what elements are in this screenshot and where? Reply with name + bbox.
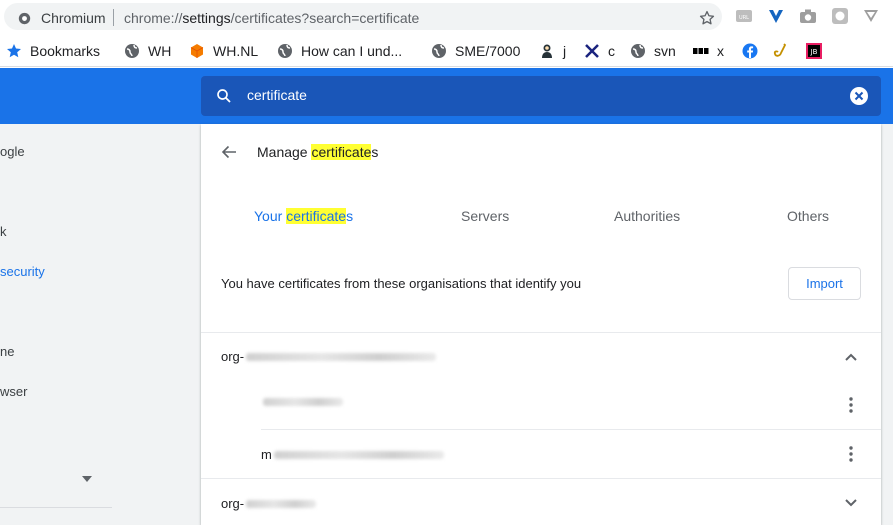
org-name: org- (221, 349, 245, 364)
redacted-cert-name (273, 450, 444, 459)
ext-icon-4[interactable] (831, 7, 849, 25)
url-scheme: chrome:// (124, 10, 183, 26)
address-separator (113, 9, 114, 26)
bookmark-wh-nl[interactable]: WH.NL (189, 41, 258, 61)
bookmark-label: j (563, 43, 567, 59)
bookmark-label: WH (148, 43, 172, 59)
clear-search-icon[interactable] (849, 86, 869, 106)
bookmark-label: How can I und... (301, 43, 403, 59)
bookmark-j[interactable]: j (539, 41, 566, 61)
bookmark-star-icon[interactable] (698, 9, 716, 27)
tab-label-pre: Your (254, 208, 287, 224)
tab-your-certificates[interactable]: Your certificates (254, 208, 353, 224)
globe-icon (125, 44, 139, 58)
chevron-up-icon[interactable] (844, 352, 858, 362)
redacted-cert-name (263, 398, 343, 406)
redacted-org-name (246, 352, 437, 361)
sidebar-item-default-browser[interactable]: wser (0, 384, 27, 399)
svg-text:URL: URL (739, 15, 749, 21)
sidebar-divider (0, 507, 112, 508)
certificates-description: You have certificates from these organis… (221, 276, 582, 291)
globe-icon (278, 44, 292, 58)
bookmark-label: WH.NL (213, 43, 259, 59)
cert-row-1 (261, 398, 343, 406)
bookmark-folder-bookmarks[interactable]: Bookmarks (6, 41, 100, 61)
import-button[interactable]: Import (788, 267, 861, 300)
title-highlight: certificate (311, 144, 372, 160)
svg-text:JB: JB (810, 48, 818, 56)
search-icon (217, 89, 231, 103)
back-arrow-icon[interactable] (221, 144, 237, 160)
globe-icon (631, 44, 645, 58)
browser-toolbar: Chromium chrome://settings/certificates?… (0, 0, 893, 34)
url-path: /certificates?search=certificate (230, 10, 420, 26)
bookmarks-bar: Bookmarks WH WH.NL How can I und... SME/… (0, 34, 893, 67)
star-icon (7, 44, 21, 58)
bbc-icon (693, 48, 709, 54)
sidebar-item-google[interactable]: ogle (0, 144, 25, 159)
title-post: s (371, 144, 379, 160)
bookmark-label: Bookmarks (30, 43, 101, 59)
tab-others[interactable]: Others (787, 208, 829, 224)
tab-servers[interactable]: Servers (461, 208, 509, 224)
bookmark-c[interactable]: c (584, 41, 615, 61)
chromium-icon (18, 12, 31, 25)
vivaldi-like-icon[interactable] (767, 7, 785, 25)
site-chip-label: Chromium (41, 10, 106, 26)
redacted-org-name (246, 499, 317, 508)
more-actions-icon[interactable] (849, 397, 853, 413)
pocket-like-icon[interactable] (862, 7, 880, 25)
tools-icon (585, 44, 599, 58)
settings-header: certificate (0, 68, 893, 124)
bookmark-label: SME/7000 (455, 43, 521, 59)
org-row-1[interactable]: org- (221, 349, 437, 364)
bookmark-label: svn (654, 43, 676, 59)
tab-label-highlight: certificate (286, 208, 347, 224)
tab-label-post: s (346, 208, 354, 224)
cert-row-2: m (261, 447, 444, 462)
certificates-card: Manage certificates Your certificates Se… (201, 124, 881, 525)
cert-name: m (261, 447, 272, 462)
bookmark-label: c (608, 43, 615, 59)
search-input[interactable]: certificate (247, 87, 307, 103)
org-row-2[interactable]: org- (221, 496, 317, 511)
camera-icon[interactable] (799, 7, 817, 25)
bookmark-sax[interactable] (773, 41, 797, 61)
address-bar[interactable]: Chromium chrome://settings/certificates?… (4, 3, 722, 30)
jenkins-icon (542, 44, 552, 58)
ext-icon-1[interactable]: URL (735, 7, 753, 25)
divider (201, 478, 881, 479)
cube-icon (190, 44, 204, 58)
sidebar-item-privacy-security[interactable]: security (0, 264, 45, 279)
title-pre: Manage (257, 144, 312, 160)
more-actions-icon[interactable] (849, 446, 853, 462)
sax-icon (773, 43, 787, 57)
sidebar-item-search-engine[interactable]: ne (0, 344, 14, 359)
bookmark-svn[interactable]: svn (630, 41, 676, 61)
sidebar-item-facebook[interactable]: k (0, 224, 7, 239)
jb-icon: JB (806, 43, 822, 59)
divider (261, 429, 881, 430)
url-text[interactable]: chrome://settings/certificates?search=ce… (124, 10, 419, 26)
tab-authorities[interactable]: Authorities (614, 208, 680, 224)
bookmark-sme7000[interactable]: SME/7000 (431, 41, 520, 61)
bookmark-x[interactable]: x (693, 41, 724, 61)
advanced-dropdown-icon[interactable] (82, 476, 92, 482)
facebook-icon (742, 43, 758, 59)
bookmark-wh[interactable]: WH (124, 41, 171, 61)
page-title: Manage certificates (257, 144, 378, 160)
settings-search-box[interactable]: certificate (201, 76, 881, 116)
bookmark-jb[interactable]: JB (806, 41, 830, 61)
bookmark-how-can-i[interactable]: How can I und... (277, 41, 402, 61)
url-host: settings (182, 10, 231, 26)
chevron-down-icon[interactable] (844, 498, 858, 508)
settings-sidebar: ogle k security ne wser (0, 124, 200, 525)
bookmark-facebook[interactable] (742, 41, 766, 61)
divider (201, 332, 881, 333)
globe-icon (432, 44, 446, 58)
org-name: org- (221, 496, 245, 511)
bookmark-label: x (717, 43, 724, 59)
